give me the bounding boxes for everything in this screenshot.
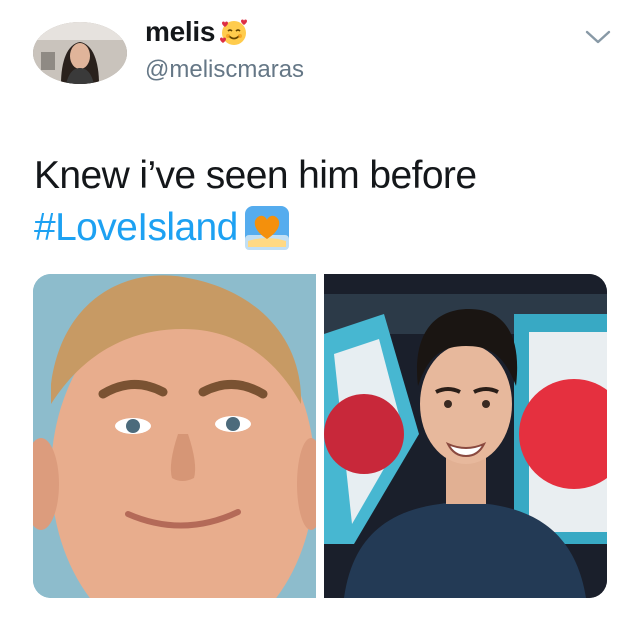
user-handle[interactable]: @meliscmaras xyxy=(145,56,304,84)
chevron-down-icon[interactable] xyxy=(584,28,612,46)
orange-heart-on-beach-icon xyxy=(244,206,289,250)
avatar-photo xyxy=(33,22,127,84)
media-photo-left[interactable] xyxy=(33,274,316,598)
tweet-text: Knew i’ve seen him before xyxy=(34,154,477,197)
hashtag-row: #LoveIsland xyxy=(34,204,290,252)
media-photo-right[interactable] xyxy=(324,274,607,598)
hashtag-link[interactable]: #LoveIsland xyxy=(34,204,238,252)
media-divider xyxy=(316,274,324,598)
smiling-face-with-hearts-icon xyxy=(220,19,248,45)
avatar[interactable] xyxy=(33,22,127,84)
name-row: melis xyxy=(145,16,249,48)
smiling-young-man-photo xyxy=(33,274,316,598)
display-name[interactable]: melis xyxy=(145,16,215,48)
man-speaking-on-tv-photo xyxy=(324,274,607,598)
tweet-header: melis @meliscmaras xyxy=(0,0,640,100)
media-grid[interactable] xyxy=(33,274,607,598)
